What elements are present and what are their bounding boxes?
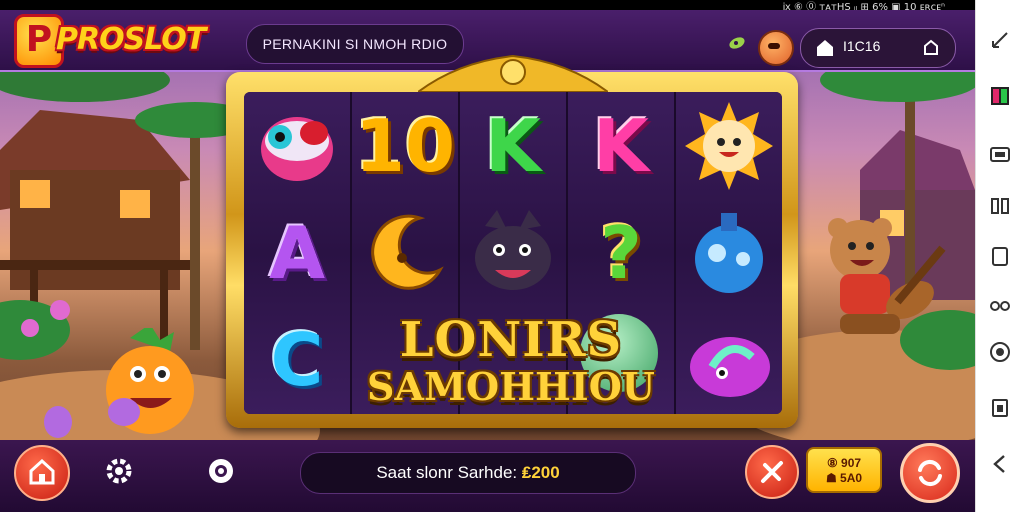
leaf-icon[interactable] (726, 32, 748, 54)
wolf-icon (475, 209, 551, 290)
win-banner-line1: LONIRS (399, 312, 623, 368)
expand-icon[interactable] (988, 28, 1012, 52)
record-icon[interactable] (988, 194, 1012, 218)
logo-text: PROSLOT (56, 22, 206, 57)
reel-cell (676, 306, 782, 413)
reel-cell (352, 199, 458, 306)
letter-k-pink-symbol: K (593, 103, 649, 188)
letter-k-green-symbol: K (485, 103, 541, 188)
system-nav-bar (975, 0, 1024, 512)
bet-value: ₤200 (521, 463, 560, 482)
moon-icon (371, 214, 444, 290)
proslot-logo: P PROSLOT (12, 14, 240, 68)
reel-cell (244, 92, 350, 199)
home-button[interactable] (14, 445, 70, 501)
bet-label: Saat slonr Sarhde: (376, 463, 518, 482)
bear-guitar-character (828, 218, 946, 334)
reel-cell: 10 (352, 92, 458, 199)
total-win-box: ⑧ 907 ☗ 5A0 (806, 447, 882, 493)
recents-icon[interactable] (988, 396, 1012, 420)
reel-cell (460, 199, 566, 306)
reel-cell: C (244, 306, 350, 413)
spin-button[interactable] (900, 443, 960, 503)
letter-c-symbol: C (270, 317, 324, 402)
win-banner-line2: SAMOHHIOU (367, 364, 655, 409)
frame-crown-ornament (418, 54, 608, 93)
question-symbol: ? (600, 210, 642, 295)
game-space-icon[interactable] (988, 84, 1012, 108)
back-icon[interactable] (988, 452, 1012, 476)
screenshot-icon[interactable] (988, 142, 1012, 166)
potion-icon (695, 212, 763, 293)
snail-icon (690, 336, 770, 397)
link-icon[interactable] (988, 294, 1012, 318)
total-line-1: ⑧ 907 (826, 456, 862, 470)
home-circle-icon[interactable] (988, 340, 1012, 364)
bet-display: Saat slonr Sarhde: ₤200 (300, 452, 636, 494)
win-banner: LONIRS SAMOHHIOU (356, 312, 666, 436)
home-icon (817, 40, 833, 56)
reel-5 (676, 92, 782, 414)
reel-cell: K (568, 92, 674, 199)
reel-cell: K (460, 92, 566, 199)
reel-cell: ? (568, 199, 674, 306)
clipboard-icon[interactable] (988, 244, 1012, 268)
sun-icon (685, 101, 773, 190)
account-label: I1C16 (843, 38, 881, 54)
cross-icon (761, 461, 783, 483)
coin-button[interactable] (758, 30, 794, 66)
fruit-monster-character (106, 328, 194, 434)
home-icon (29, 459, 55, 485)
autoplay-icon[interactable] (206, 456, 236, 486)
total-line-2: ☗ 5A0 (825, 471, 863, 485)
reel-1: A C (244, 92, 352, 414)
settings-gear-icon[interactable] (104, 456, 134, 486)
red-ball-icon (261, 116, 333, 181)
reel-cell: A (244, 199, 350, 306)
max-bet-button[interactable] (745, 445, 799, 499)
letter-a-symbol: A (269, 210, 325, 295)
coin-icon (768, 43, 780, 49)
reel-cell (676, 199, 782, 306)
status-bar: ⅸ ⑥ ⓪ ᴛᴀᴛHS ᵢₗ ⊞ 6% ▣ 10 ᴇʀᴄᴇⁿ (0, 0, 975, 13)
account-pill[interactable]: I1C16 (800, 28, 956, 68)
ten-symbol: 10 (354, 103, 456, 188)
reel-cell (676, 92, 782, 199)
spin-arrows-icon (918, 459, 942, 487)
rotate-screen-icon (924, 39, 938, 55)
